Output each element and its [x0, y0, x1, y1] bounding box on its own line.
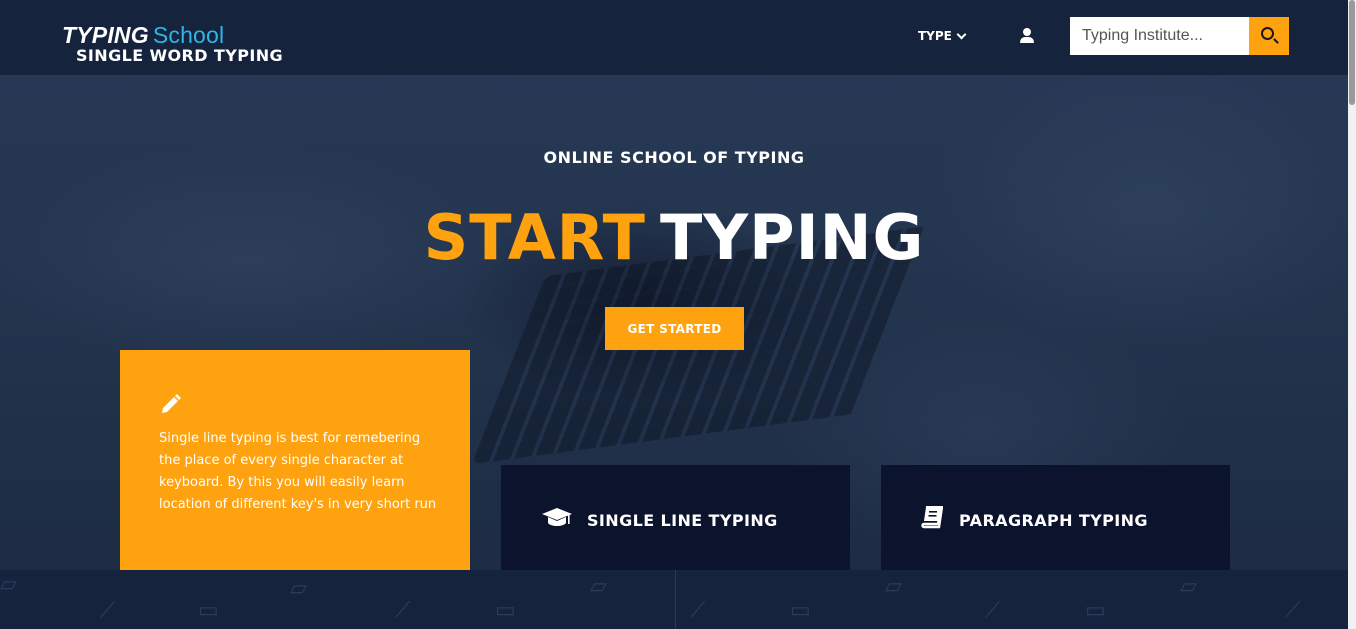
- calculator-icon: ▭: [790, 598, 811, 623]
- ruler-icon: ⟋: [100, 598, 116, 623]
- section-divider: [675, 570, 676, 629]
- get-started-button[interactable]: GET STARTED: [605, 307, 744, 350]
- graduation-cap-icon: [542, 508, 572, 526]
- ruler-icon: ⟋: [985, 598, 1001, 623]
- chevron-down-icon: [956, 29, 967, 39]
- card-title: SINGLE WORD TYPING: [76, 46, 284, 65]
- book-icon: ▱: [885, 574, 902, 599]
- card-description: Single line typing is best for remeberin…: [159, 431, 437, 512]
- book-icon: ▱: [590, 574, 607, 599]
- lower-section: ▱ ⟋ ▭ ▱ ⟋ ▭ ▱ ⟋ ▭ ▱ ⟋ ▭ ▱ ⟋: [0, 570, 1348, 629]
- calculator-icon: ▭: [1085, 598, 1106, 623]
- calculator-icon: ▭: [495, 598, 516, 623]
- search-icon: [1261, 27, 1274, 40]
- book-icon: ▱: [0, 572, 17, 597]
- user-icon[interactable]: [1020, 28, 1034, 44]
- hero-title-typing: TYPING: [659, 201, 925, 274]
- scrollbar-thumb[interactable]: [1349, 0, 1355, 105]
- ruler-icon: ⟋: [1285, 598, 1301, 623]
- logo-typing: TYPING: [62, 22, 149, 48]
- page: TYPINGSchool TYPE ONLINE SCHOOL OF TYPIN…: [0, 0, 1348, 629]
- book-icon: ▱: [1180, 574, 1197, 599]
- book-icon: ▱: [290, 576, 307, 601]
- nav-type-label: TYPE: [918, 29, 952, 43]
- ruler-icon: ⟋: [690, 598, 706, 623]
- page-scrollbar[interactable]: [1348, 0, 1356, 629]
- logo-school: School: [152, 22, 225, 48]
- site-logo[interactable]: TYPING School: [62, 22, 224, 49]
- calculator-icon: ▭: [198, 598, 219, 623]
- card-single-line-typing[interactable]: SINGLE LINE TYPING: [501, 465, 850, 570]
- book-icon: [921, 506, 943, 529]
- search-button[interactable]: [1249, 17, 1289, 55]
- hero-title: START TYPING: [0, 200, 1348, 276]
- card-paragraph-typing[interactable]: PARAGRAPH TYPING: [881, 465, 1230, 570]
- card-single-word-typing[interactable]: SINGLE WORD TYPING Single line typing is…: [76, 46, 470, 570]
- hero-subtitle: ONLINE SCHOOL OF TYPING: [543, 148, 805, 167]
- pencil-icon: [162, 394, 181, 413]
- card-title: SINGLE LINE TYPING: [587, 511, 778, 530]
- ruler-icon: ⟋: [395, 598, 411, 623]
- nav-type-dropdown[interactable]: TYPE: [918, 29, 967, 43]
- search-input[interactable]: [1070, 17, 1249, 55]
- hero-title-start: START: [423, 201, 646, 274]
- card-title: PARAGRAPH TYPING: [959, 511, 1148, 530]
